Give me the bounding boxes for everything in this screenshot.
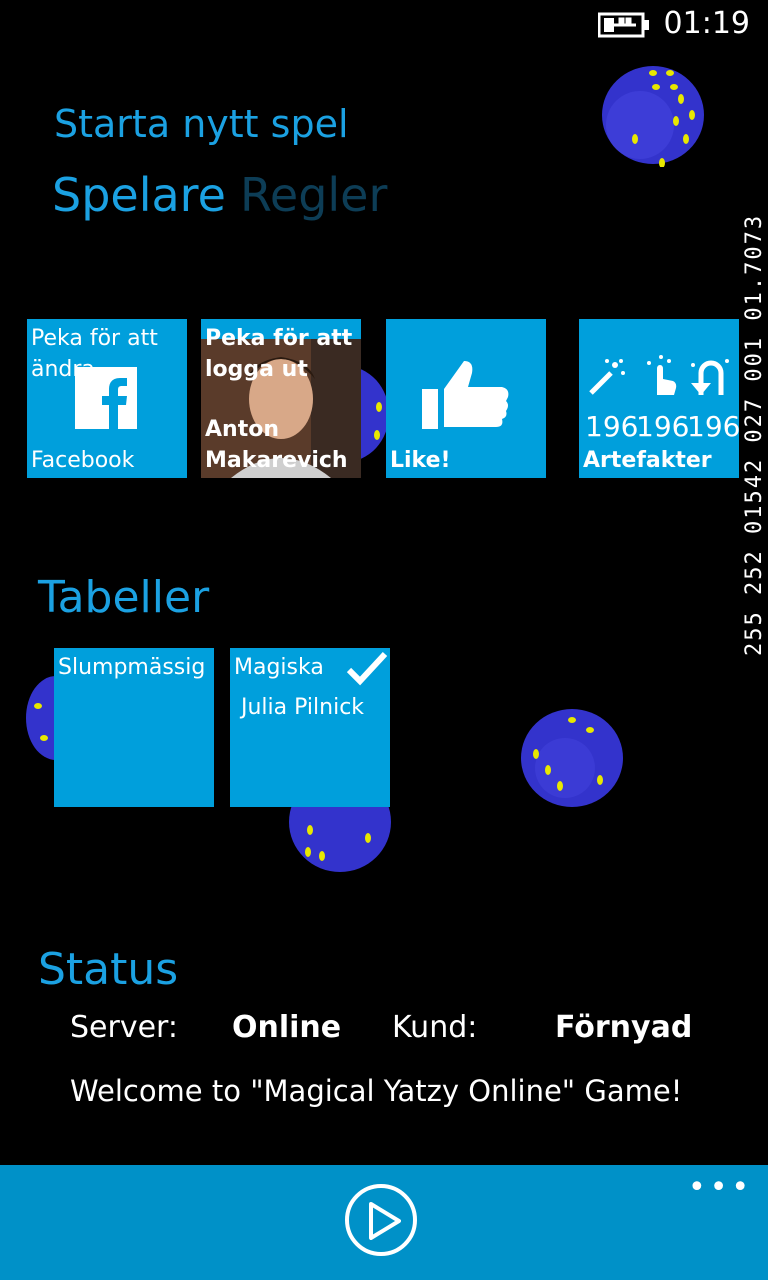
thumbs-up-icon <box>422 361 509 429</box>
play-button[interactable] <box>345 1184 417 1256</box>
app-title: Starta nytt spel <box>54 102 349 146</box>
table-owner: Julia Pilnick <box>241 695 365 720</box>
profile-tile-top-text: Peka för att logga ut <box>205 326 353 382</box>
artefakter-label: Artefakter <box>583 448 712 473</box>
hand-tap-icon <box>647 355 677 395</box>
artefakter-tile[interactable]: 196 196 196 Artefakter <box>579 319 739 478</box>
artefakt-count: 196 <box>585 410 639 443</box>
more-dots-icon[interactable]: ••• <box>688 1173 753 1203</box>
facebook-tile[interactable]: Peka för att ändra Facebook <box>27 319 187 478</box>
battery-charging-icon <box>598 12 649 38</box>
magic-wand-icon <box>589 359 625 395</box>
checkmark-icon <box>346 651 388 686</box>
table-tile-magiska[interactable]: Magiska Julia Pilnick <box>230 648 390 807</box>
undo-magnet-icon <box>691 359 729 395</box>
server-label: Server: <box>70 1010 178 1045</box>
status-title: Status <box>38 944 179 995</box>
server-value: Online <box>232 1010 342 1045</box>
dice-icon <box>521 709 623 807</box>
dice-icon <box>26 676 56 760</box>
artefakt-count: 196 <box>636 410 690 443</box>
facebook-tile-label: Facebook <box>31 448 135 473</box>
table-name: Slumpmässig <box>58 655 206 680</box>
tables-title: Tabeller <box>38 572 210 623</box>
artefakt-count: 196 <box>687 410 739 443</box>
dice-icon <box>289 804 391 872</box>
dice-icon <box>602 66 704 167</box>
welcome-message: Welcome to "Magical Yatzy Online" Game! <box>70 1074 683 1108</box>
table-name: Magiska <box>234 655 324 680</box>
pivot-tab-regler[interactable]: Regler <box>240 168 387 222</box>
like-label: Like! <box>390 448 451 473</box>
play-icon <box>369 1202 401 1240</box>
debug-counter-text: 255 252 01542 027 001 01.7073 <box>742 213 767 656</box>
facebook-tile-top-text: Peka för att ändra <box>31 326 158 382</box>
profile-name: Anton Makarevich <box>205 417 348 473</box>
like-tile[interactable]: Like! <box>386 319 546 478</box>
client-label: Kund: <box>392 1010 478 1045</box>
profile-tile[interactable]: Peka för att logga ut Anton Makarevich <box>201 319 361 478</box>
clock: 01:19 <box>663 6 750 41</box>
client-value: Förnyad <box>555 1010 693 1045</box>
pivot-tab-spelare[interactable]: Spelare <box>52 168 226 222</box>
table-tile-slumpmassig[interactable]: Slumpmässig <box>54 648 214 807</box>
